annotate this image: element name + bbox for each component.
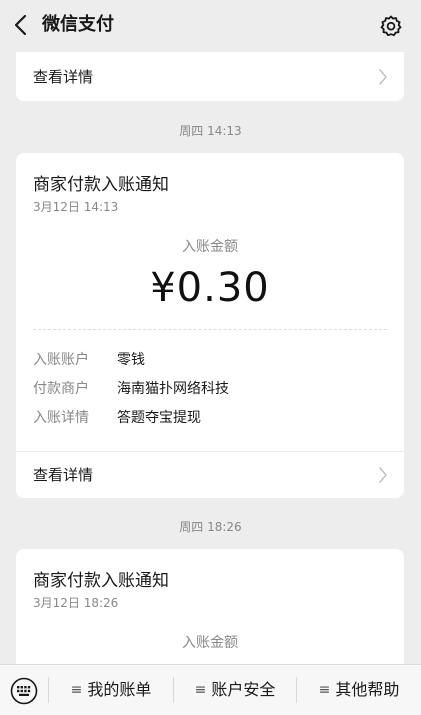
- info-value-merchant: 海南猫扑网络科技: [117, 381, 229, 397]
- view-details-label: 查看详情: [33, 466, 94, 484]
- menu-list-icon: ≡: [70, 682, 83, 698]
- notification-date: 3月12日 14:13: [33, 200, 119, 214]
- chevron-right-icon: [379, 69, 387, 85]
- message-card-partial: 查看详情: [16, 52, 404, 101]
- info-key-account: 入账账户: [33, 352, 89, 368]
- header-bar: 微信支付: [0, 0, 421, 50]
- menu-label: 其他帮助: [335, 680, 400, 699]
- payment-notification-card: 商家付款入账通知 3月12日 14:13 入账金额 ¥0.30 入账账户 零钱 …: [16, 153, 404, 498]
- menu-account-security[interactable]: ≡ 账户安全: [174, 665, 296, 715]
- amount-value: ¥0.30: [150, 265, 270, 311]
- page-title: 微信支付: [42, 14, 114, 35]
- chevron-right-icon: [379, 467, 387, 483]
- menu-label: 账户安全: [211, 680, 276, 699]
- view-details-button[interactable]: 查看详情: [16, 452, 404, 498]
- menu-other-help[interactable]: ≡ 其他帮助: [297, 665, 421, 715]
- view-details-label: 查看详情: [33, 68, 94, 86]
- amount-label: 入账金额: [182, 239, 238, 255]
- keyboard-icon[interactable]: [10, 677, 38, 705]
- menu-my-bills[interactable]: ≡ 我的账单: [49, 665, 173, 715]
- notification-date: 3月12日 18:26: [33, 596, 119, 610]
- menu-list-icon: ≡: [194, 682, 207, 698]
- menu-label: 我的账单: [87, 680, 152, 699]
- info-value-account: 零钱: [117, 352, 145, 368]
- bottom-menu-bar: ≡ 我的账单 ≡ 账户安全 ≡ 其他帮助: [0, 664, 421, 715]
- notification-title: 商家付款入账通知: [33, 175, 169, 195]
- view-details-button[interactable]: 查看详情: [16, 54, 404, 100]
- info-key-details: 入账详情: [33, 410, 89, 426]
- message-timestamp: 周四 14:13: [179, 124, 242, 138]
- amount-label: 入账金额: [182, 635, 238, 651]
- menu-list-icon: ≡: [318, 682, 331, 698]
- dashed-divider: [33, 329, 387, 330]
- back-arrow-icon[interactable]: [12, 13, 30, 37]
- info-key-merchant: 付款商户: [33, 381, 89, 397]
- message-timestamp: 周四 18:26: [179, 520, 242, 534]
- notification-title: 商家付款入账通知: [33, 571, 169, 591]
- info-value-details: 答题夺宝提现: [117, 410, 201, 426]
- gear-icon[interactable]: [379, 14, 403, 38]
